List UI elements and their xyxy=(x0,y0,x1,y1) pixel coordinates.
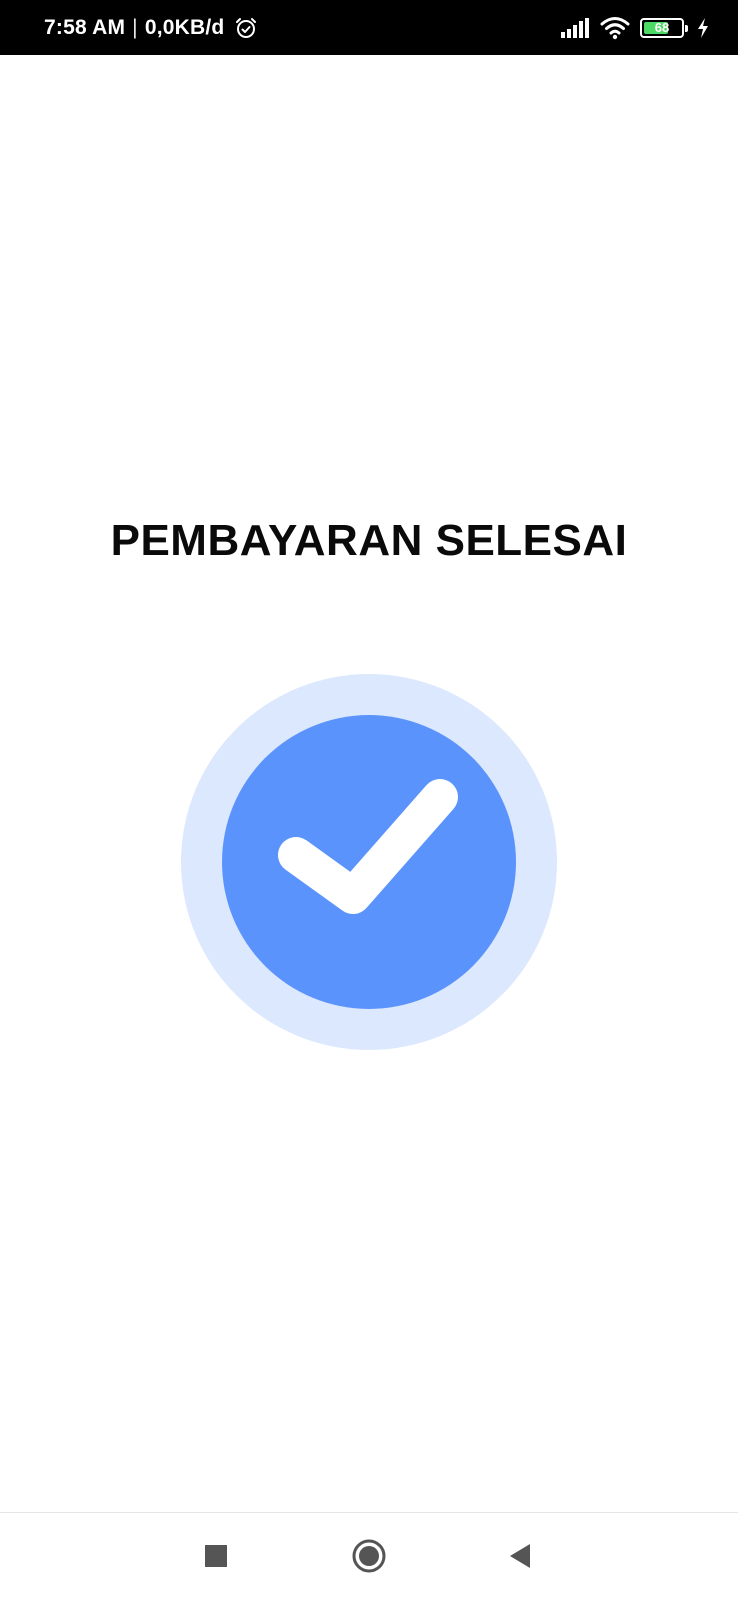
back-button[interactable] xyxy=(497,1533,543,1579)
home-button[interactable] xyxy=(346,1533,392,1579)
cellular-signal-icon xyxy=(560,17,590,39)
battery-icon: 68 xyxy=(640,17,688,38)
payment-complete-screen: 7:58 AM | 0,0KB/d 68 PEMBAYARAN SELESAI xyxy=(0,0,738,1600)
recents-button[interactable] xyxy=(193,1533,239,1579)
system-nav-bar xyxy=(0,1513,738,1600)
page-title: PEMBAYARAN SELESAI xyxy=(110,516,628,565)
alarm-clock-icon xyxy=(234,16,258,40)
network-speed: 0,0KB/d xyxy=(144,15,225,39)
circle-home-icon xyxy=(351,1538,387,1574)
battery-level: 68 xyxy=(654,20,670,35)
charging-bolt-icon xyxy=(696,17,710,39)
status-bar: 7:58 AM | 0,0KB/d 68 xyxy=(0,0,738,55)
square-recents-icon xyxy=(204,1544,228,1568)
status-left-group: 7:58 AM | 0,0KB/d xyxy=(44,16,258,40)
status-separator: | xyxy=(132,15,138,39)
wifi-icon xyxy=(600,16,630,40)
status-time: 7:58 AM xyxy=(44,15,126,39)
triangle-back-icon xyxy=(507,1542,533,1570)
status-right-group: 68 xyxy=(560,16,710,40)
checkmark-icon xyxy=(278,779,458,914)
